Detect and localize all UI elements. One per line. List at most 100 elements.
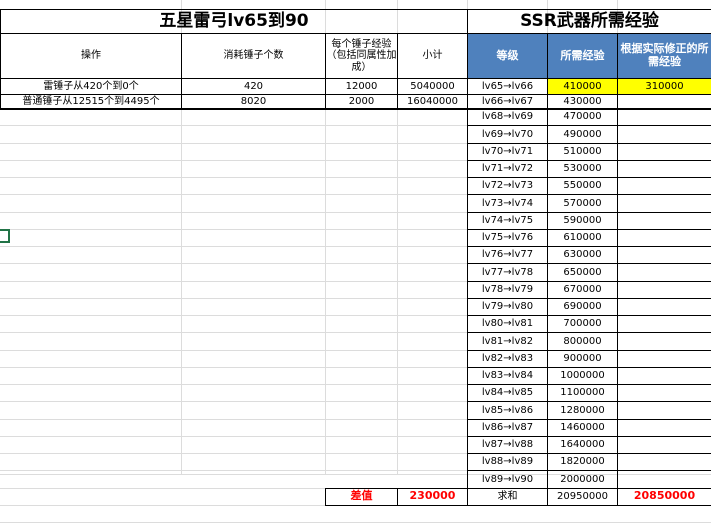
left-table-cell[interactable]: 5040000 [397, 78, 468, 95]
right-table-cell[interactable] [617, 280, 711, 299]
right-table-cell[interactable]: 1460000 [547, 418, 618, 437]
right-table-cell[interactable] [617, 470, 711, 489]
right-header-cell[interactable]: 根据实际修正的所需经验 [617, 33, 711, 79]
right-header-cell[interactable]: 等级 [467, 33, 548, 79]
right-table-cell[interactable]: lv66→lv67 [467, 94, 548, 109]
left-sum-empty[interactable] [181, 108, 326, 110]
right-table-cell[interactable]: 550000 [547, 177, 618, 196]
right-table-cell[interactable] [617, 349, 711, 368]
right-table-cell[interactable]: lv76→lv77 [467, 246, 548, 265]
right-table-cell[interactable]: lv80→lv81 [467, 315, 548, 334]
left-table-cell[interactable]: 420 [181, 78, 326, 95]
right-table-cell[interactable]: lv68→lv69 [467, 108, 548, 127]
right-table-cell[interactable]: lv86→lv87 [467, 418, 548, 437]
right-table-cell[interactable] [617, 315, 711, 334]
right-sum-label[interactable]: 求和 [467, 487, 548, 506]
right-table-cell[interactable] [617, 125, 711, 144]
right-table-cell[interactable]: 470000 [547, 108, 618, 127]
selection-marker[interactable] [0, 229, 10, 243]
right-table-cell[interactable]: lv72→lv73 [467, 177, 548, 196]
left-sum-label[interactable]: 求和 [325, 108, 398, 110]
right-table-cell[interactable]: 650000 [547, 263, 618, 282]
right-table-cell[interactable]: lv82→lv83 [467, 349, 548, 368]
right-table-cell[interactable]: 610000 [547, 228, 618, 247]
right-table-cell[interactable]: lv70→lv71 [467, 142, 548, 161]
right-table-cell[interactable]: 410000 [547, 78, 618, 95]
left-header-cell[interactable]: 每个锤子经验（包括同属性加成） [325, 33, 398, 79]
left-table-cell[interactable]: 2000 [325, 94, 398, 109]
left-table-title[interactable]: 五星雷弓lv65到90 [0, 9, 468, 34]
right-table-cell[interactable]: lv71→lv72 [467, 159, 548, 178]
left-header-cell[interactable]: 消耗锤子个数 [181, 33, 326, 79]
left-table-cell[interactable]: 12000 [325, 78, 398, 95]
right-table-title[interactable]: SSR武器所需经验 [467, 9, 711, 34]
right-table-cell[interactable]: 510000 [547, 142, 618, 161]
right-table-cell[interactable] [617, 246, 711, 265]
right-table-cell[interactable] [617, 108, 711, 127]
left-header-cell[interactable]: 操作 [0, 33, 182, 79]
right-table-cell[interactable]: 1000000 [547, 366, 618, 385]
right-table-cell[interactable]: 310000 [617, 78, 711, 95]
right-table-cell[interactable] [617, 211, 711, 230]
right-table-cell[interactable]: lv81→lv82 [467, 332, 548, 351]
right-table-cell[interactable]: 690000 [547, 297, 618, 316]
right-table-cell[interactable] [617, 228, 711, 247]
right-table-cell[interactable] [617, 194, 711, 213]
right-table-cell[interactable]: lv74→lv75 [467, 211, 548, 230]
right-header-cell[interactable]: 所需经验 [547, 33, 618, 79]
right-table-cell[interactable]: lv84→lv85 [467, 384, 548, 403]
right-table-cell[interactable]: lv75→lv76 [467, 228, 548, 247]
right-sum-value[interactable]: 20950000 [547, 487, 618, 506]
right-table-cell[interactable]: 900000 [547, 349, 618, 368]
right-table-cell[interactable] [617, 453, 711, 472]
right-table-cell[interactable] [617, 366, 711, 385]
right-table-cell[interactable]: 1280000 [547, 401, 618, 420]
right-table-cell[interactable]: 1100000 [547, 384, 618, 403]
right-table-cell[interactable] [617, 142, 711, 161]
right-table-cell[interactable]: 430000 [547, 94, 618, 109]
right-table-cell[interactable] [617, 177, 711, 196]
left-table-cell[interactable]: 8020 [181, 94, 326, 109]
right-table-cell[interactable] [617, 332, 711, 351]
right-table-cell[interactable]: lv79→lv80 [467, 297, 548, 316]
right-table-cell[interactable]: lv77→lv78 [467, 263, 548, 282]
right-table-cell[interactable] [617, 401, 711, 420]
right-table-cell[interactable]: lv89→lv90 [467, 470, 548, 489]
right-table-cell[interactable]: lv87→lv88 [467, 435, 548, 454]
right-table-cell[interactable]: lv88→lv89 [467, 453, 548, 472]
right-table-cell[interactable]: 570000 [547, 194, 618, 213]
right-table-cell[interactable] [617, 418, 711, 437]
right-table-cell[interactable]: 1820000 [547, 453, 618, 472]
right-table-cell[interactable]: 1640000 [547, 435, 618, 454]
right-table-cell[interactable] [617, 94, 711, 109]
right-table-cell[interactable]: lv65→lv66 [467, 78, 548, 95]
right-table-cell[interactable]: 590000 [547, 211, 618, 230]
left-table-cell[interactable]: 雷锤子从420个到0个 [0, 78, 182, 95]
right-table-cell[interactable] [617, 263, 711, 282]
left-header-cell[interactable]: 小计 [397, 33, 468, 79]
right-table-cell[interactable]: 630000 [547, 246, 618, 265]
right-table-cell[interactable]: 800000 [547, 332, 618, 351]
right-table-cell[interactable]: 700000 [547, 315, 618, 334]
right-table-cell[interactable] [617, 159, 711, 178]
right-table-cell[interactable] [617, 384, 711, 403]
left-sum-value[interactable]: 21080000 [397, 108, 468, 110]
difference-value[interactable]: 230000 [397, 487, 468, 506]
right-table-cell[interactable]: lv85→lv86 [467, 401, 548, 420]
right-table-cell[interactable]: lv78→lv79 [467, 280, 548, 299]
corrected-sum-value[interactable]: 20850000 [617, 487, 711, 506]
difference-label[interactable]: 差值 [325, 487, 398, 506]
right-table-cell[interactable]: 2000000 [547, 470, 618, 489]
right-table-cell[interactable]: lv83→lv84 [467, 366, 548, 385]
left-table-cell[interactable]: 16040000 [397, 94, 468, 109]
right-table-cell[interactable]: lv73→lv74 [467, 194, 548, 213]
spreadsheet-grid[interactable]: 五星雷弓lv65到90 操作 消耗锤子个数 每个锤子经验（包括同属性加成） 小计雷锤子从… [0, 0, 711, 523]
right-table-cell[interactable]: lv69→lv70 [467, 125, 548, 144]
right-table-cell[interactable]: 670000 [547, 280, 618, 299]
left-sum-empty[interactable] [0, 108, 182, 110]
right-table-cell[interactable]: 490000 [547, 125, 618, 144]
right-table-cell[interactable] [617, 435, 711, 454]
right-table-cell[interactable]: 530000 [547, 159, 618, 178]
left-table-cell[interactable]: 普通锤子从12515个到4495个 [0, 94, 182, 109]
right-table-cell[interactable] [617, 297, 711, 316]
